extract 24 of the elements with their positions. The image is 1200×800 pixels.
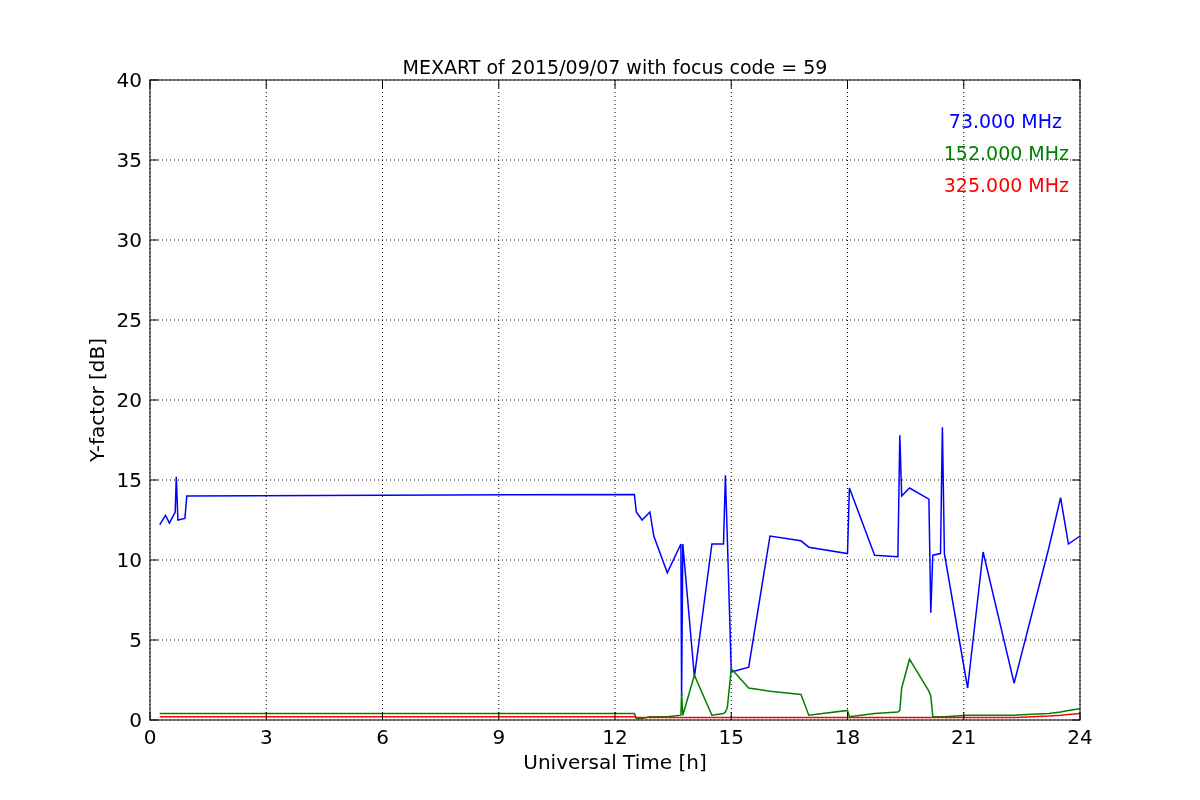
x-tick-label: 6	[376, 725, 389, 749]
legend-label: 152.000 MHz	[943, 142, 1069, 164]
y-tick-label: 5	[129, 628, 142, 652]
y-tick-label: 15	[116, 468, 142, 492]
x-tick-label: 18	[834, 725, 861, 749]
y-axis-label: Y-factor [dB]	[85, 338, 109, 462]
x-tick-label: 0	[143, 725, 157, 749]
legend-label: 73.000 MHz	[948, 110, 1062, 132]
legend-label: 325.000 MHz	[943, 174, 1069, 196]
chart-title: MEXART of 2015/09/07 with focus code = 59	[402, 56, 828, 78]
x-tick-label: 24	[1067, 725, 1093, 749]
y-tick-label: 30	[116, 228, 142, 252]
x-tick-label: 21	[951, 725, 977, 749]
y-tick-label: 10	[116, 548, 142, 572]
y-tick-label: 35	[116, 148, 142, 172]
x-tick-label: 15	[718, 725, 744, 749]
x-tick-label: 9	[492, 725, 506, 749]
y-tick-label: 40	[116, 68, 142, 92]
x-axis-label: Universal Time [h]	[523, 750, 707, 774]
y-tick-label: 20	[116, 388, 142, 412]
y-tick-label: 25	[116, 308, 142, 332]
x-tick-label: 12	[602, 725, 628, 749]
y-tick-label: 0	[129, 708, 142, 732]
x-tick-label: 3	[259, 725, 273, 749]
